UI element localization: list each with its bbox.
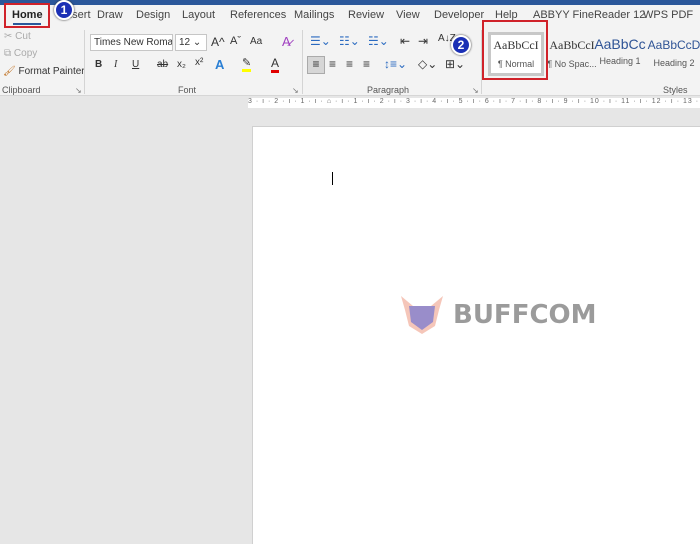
shrink-font-button[interactable]: Aˇ: [230, 35, 241, 47]
increase-indent-icon[interactable]: ⇥: [418, 34, 428, 48]
watermark-logo: BUFFCOM: [395, 286, 597, 339]
change-case-button[interactable]: Aa: [250, 36, 262, 47]
style-heading-2[interactable]: AaBbCcD Heading 2: [646, 32, 700, 76]
align-left-icon[interactable]: ≡: [307, 56, 325, 74]
tab-design[interactable]: Design: [136, 9, 170, 21]
tab-draw[interactable]: Draw: [97, 9, 123, 21]
highlighter-icon: ✎: [242, 57, 252, 69]
grow-font-button[interactable]: A^: [211, 35, 225, 49]
ribbon: ✂ Cut ⧉ Copy 🖌 Format Painter Clipboard …: [0, 26, 700, 96]
normal-style-highlight: [482, 20, 548, 80]
tab-layout[interactable]: Layout: [182, 9, 215, 21]
tab-view[interactable]: View: [396, 9, 420, 21]
subscript-button[interactable]: x₂: [177, 59, 186, 70]
superscript-button[interactable]: x²: [195, 57, 203, 68]
bullets-icon[interactable]: ☰⌄: [310, 34, 331, 48]
numbering-icon[interactable]: ☷⌄: [339, 34, 360, 48]
strikethrough-button[interactable]: ab: [157, 59, 168, 70]
multilevel-list-icon[interactable]: ☵⌄: [368, 34, 389, 48]
decrease-indent-icon[interactable]: ⇤: [400, 34, 410, 48]
line-spacing-icon[interactable]: ↕≡⌄: [384, 57, 407, 71]
italic-button[interactable]: I: [114, 59, 117, 70]
font-color-button[interactable]: A: [271, 56, 280, 73]
tab-references[interactable]: References: [230, 9, 286, 21]
borders-icon[interactable]: ⊞⌄: [445, 57, 465, 71]
align-center-icon[interactable]: ≡: [329, 57, 336, 71]
tab-developer[interactable]: Developer: [434, 9, 484, 21]
svg-text:BUFFCOM: BUFFCOM: [453, 300, 595, 330]
paintbrush-icon: 🖌: [3, 66, 16, 77]
underline-button[interactable]: U: [132, 59, 139, 70]
tab-wps-pdf[interactable]: WPS PDF: [643, 9, 693, 21]
step-badge-1: 1: [54, 0, 74, 20]
styles-group-label: Styles: [663, 85, 688, 95]
tab-mailings[interactable]: Mailings: [294, 9, 334, 21]
paragraph-group-label: Paragraph: [367, 85, 410, 95]
copy-icon: ⧉: [4, 48, 12, 59]
font-group-label: Font: [178, 85, 197, 95]
font-launcher-icon[interactable]: ↘: [292, 86, 299, 95]
bull-logo-icon: BUFFCOM: [401, 296, 597, 334]
home-tab-highlight: [4, 3, 50, 28]
divider: [302, 30, 303, 94]
horizontal-ruler[interactable]: 3 · ı · 2 · ı · 1 · ı · ⌂ · ı · 1 · ı · …: [248, 98, 700, 108]
font-size-select[interactable]: 12 ⌄: [175, 34, 207, 51]
divider: [84, 30, 85, 94]
paragraph-launcher-icon[interactable]: ↘: [472, 86, 479, 95]
text-effects-button[interactable]: A: [215, 57, 224, 72]
shading-icon[interactable]: ◇⌄: [418, 57, 437, 71]
step-badge-2: 2: [451, 35, 471, 55]
clipboard-group-label: Clipboard: [2, 85, 41, 95]
justify-icon[interactable]: ≡: [363, 57, 370, 71]
format-painter-button[interactable]: 🖌 Format Painter: [3, 66, 85, 77]
scissors-icon: ✂: [4, 31, 13, 42]
align-right-icon[interactable]: ≡: [346, 57, 353, 71]
tab-abbyy[interactable]: ABBYY FineReader 12: [533, 9, 645, 21]
clear-formatting-icon[interactable]: A̷: [282, 34, 291, 49]
tab-review[interactable]: Review: [348, 9, 384, 21]
text-cursor: [332, 172, 333, 185]
font-family-select[interactable]: Times New Roman: [90, 34, 173, 51]
cut-button[interactable]: ✂ Cut: [4, 31, 31, 42]
copy-button[interactable]: ⧉ Copy: [4, 48, 37, 59]
clipboard-launcher-icon[interactable]: ↘: [75, 86, 82, 95]
ribbon-tabs: Home Insert Draw Design Layout Reference…: [0, 5, 700, 26]
style-heading-1[interactable]: AaBbCc Heading 1: [592, 32, 648, 76]
bold-button[interactable]: B: [95, 59, 102, 70]
highlight-color-button[interactable]: ✎: [242, 56, 252, 72]
